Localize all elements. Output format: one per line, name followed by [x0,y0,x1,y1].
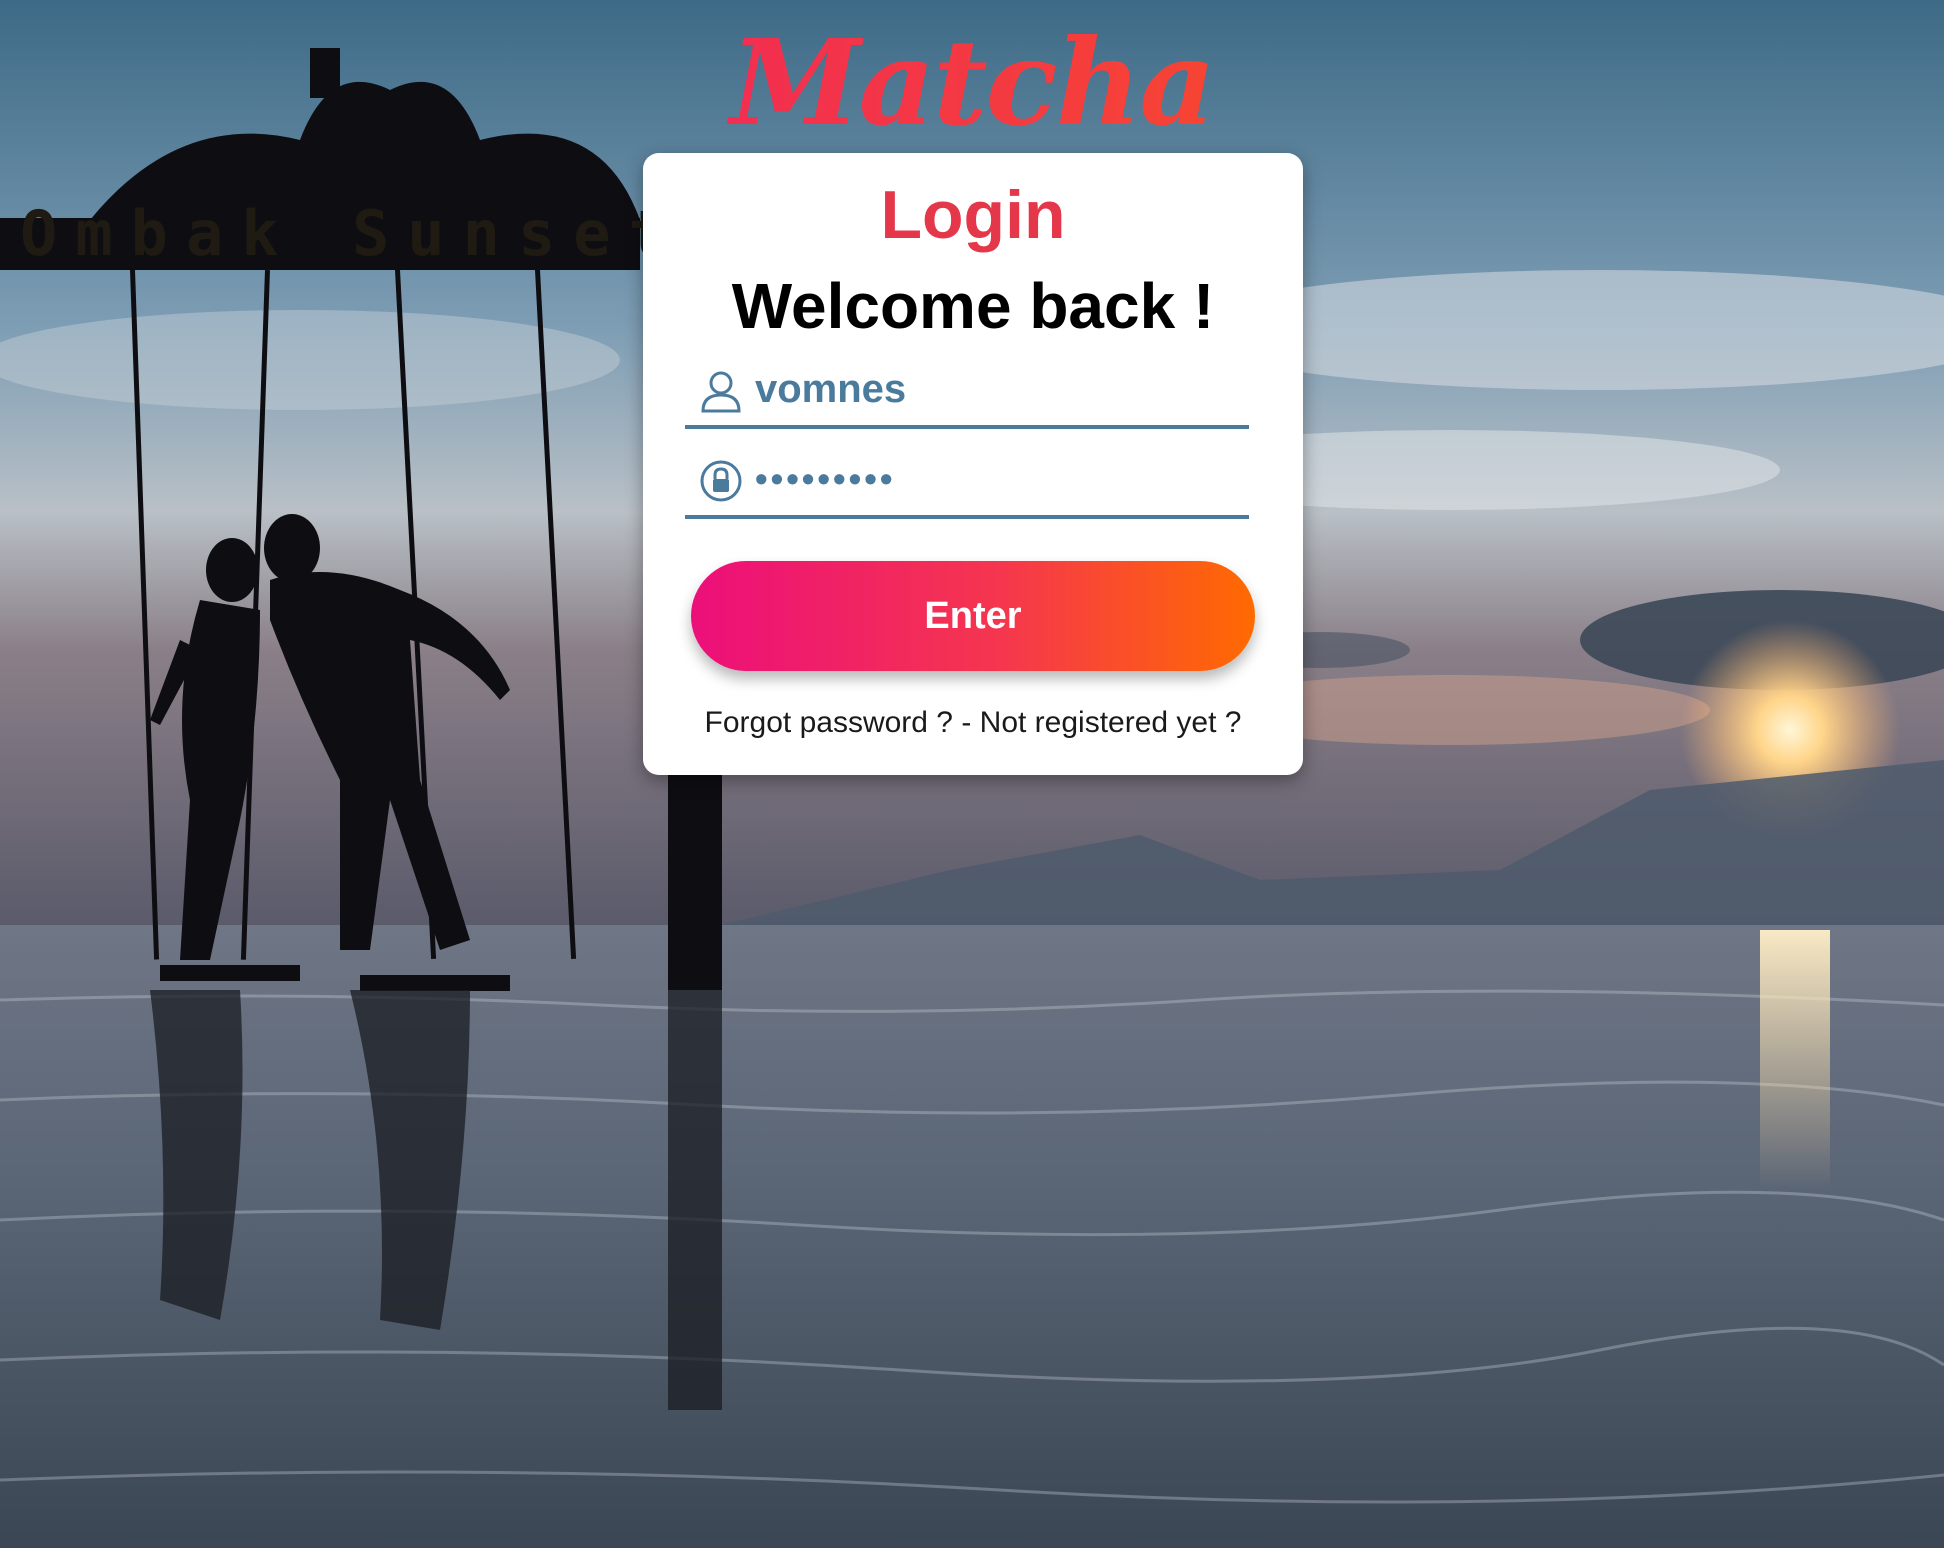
enter-button[interactable]: Enter [691,561,1255,671]
welcome-subtitle: Welcome back ! [731,270,1215,342]
forgot-password-link[interactable]: Forgot password ? [705,706,953,739]
sign-text: Ombak Sunset [20,197,684,270]
username-input[interactable] [755,359,1235,419]
user-icon [699,369,743,413]
username-field [685,359,1249,429]
auth-links: Forgot password ? - Not registered yet ? [643,703,1303,743]
login-title: Login [880,177,1066,253]
password-input[interactable] [755,449,1235,509]
password-field [685,449,1249,519]
login-card: Login Welcome back ! Enter Forgot passwo… [643,153,1303,775]
register-link[interactable]: Not registered yet ? [980,706,1242,739]
lock-icon [699,459,743,503]
links-separator: - [952,706,980,739]
app-logo: Matcha [0,20,1944,145]
